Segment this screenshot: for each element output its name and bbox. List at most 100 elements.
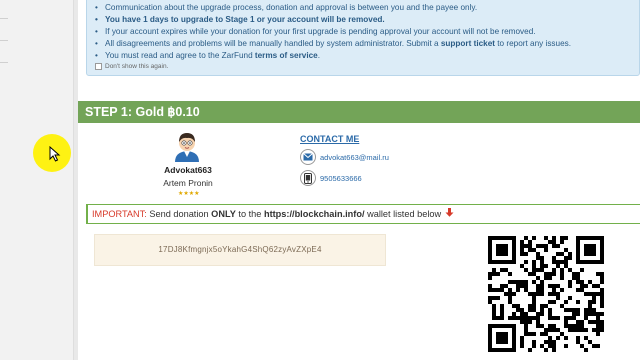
qr-module xyxy=(568,280,572,284)
qr-module xyxy=(552,292,556,296)
important-only: ONLY xyxy=(211,209,236,219)
qr-module xyxy=(572,312,576,316)
qr-module xyxy=(596,328,600,332)
notice-item: If your account expires while your donat… xyxy=(95,26,571,38)
qr-module xyxy=(596,316,600,320)
notice-item: You must read and agree to the ZarFund t… xyxy=(95,50,571,62)
qr-module xyxy=(548,284,552,288)
important-label: IMPORTANT: xyxy=(92,209,147,219)
qr-module xyxy=(548,324,552,328)
contact-me-link[interactable]: CONTACT ME xyxy=(300,134,359,144)
qr-module xyxy=(588,248,592,252)
qr-module xyxy=(496,316,500,320)
qr-module xyxy=(524,244,528,248)
qr-module xyxy=(588,252,592,256)
dont-show-checkbox[interactable] xyxy=(95,63,102,70)
qr-module xyxy=(560,260,564,264)
qr-module xyxy=(548,308,552,312)
qr-module xyxy=(516,304,520,308)
qr-module xyxy=(496,340,500,344)
qr-module xyxy=(600,300,604,304)
qr-module xyxy=(544,304,548,308)
qr-module xyxy=(584,336,588,340)
qr-module xyxy=(544,348,548,352)
dont-show-label: Don't show this again. xyxy=(105,63,169,70)
notice-list: Communication about the upgrade process,… xyxy=(95,2,571,62)
qr-module xyxy=(580,288,584,292)
qr-module xyxy=(560,276,564,280)
dont-show-again-option[interactable]: Don't show this again. xyxy=(95,63,168,70)
support-ticket-link[interactable]: support ticket xyxy=(441,39,495,48)
qr-module xyxy=(576,240,580,244)
qr-module xyxy=(596,312,600,316)
qr-module xyxy=(532,248,536,252)
qr-module xyxy=(552,300,556,304)
qr-module xyxy=(500,312,504,316)
qr-module xyxy=(512,252,516,256)
qr-module xyxy=(520,340,524,344)
contact-email[interactable]: advokat663@mail.ru xyxy=(320,153,389,162)
qr-module xyxy=(580,324,584,328)
qr-module xyxy=(552,340,556,344)
qr-module xyxy=(488,300,492,304)
qr-module xyxy=(540,280,544,284)
qr-module xyxy=(600,320,604,324)
qr-module xyxy=(576,276,580,280)
qr-module xyxy=(532,344,536,348)
qr-module xyxy=(528,320,532,324)
qr-module xyxy=(488,296,492,300)
qr-module xyxy=(600,240,604,244)
qr-module xyxy=(496,260,500,264)
qr-module xyxy=(564,336,568,340)
qr-module xyxy=(500,332,504,336)
qr-module xyxy=(564,308,568,312)
qr-module xyxy=(588,244,592,248)
qr-module xyxy=(488,240,492,244)
qr-module xyxy=(492,260,496,264)
qr-module xyxy=(548,312,552,316)
qr-module xyxy=(532,332,536,336)
qr-module xyxy=(576,288,580,292)
qr-module xyxy=(548,272,552,276)
qr-module xyxy=(556,316,560,320)
qr-module xyxy=(504,236,508,240)
qr-module xyxy=(548,328,552,332)
qr-module xyxy=(496,244,500,248)
qr-module xyxy=(516,316,520,320)
qr-module xyxy=(544,276,548,280)
qr-module xyxy=(524,328,528,332)
qr-module xyxy=(588,300,592,304)
qr-module xyxy=(540,288,544,292)
qr-module xyxy=(556,252,560,256)
important-notice: IMPORTANT: Send donation ONLY to the htt… xyxy=(86,204,640,224)
qr-module xyxy=(576,340,580,344)
qr-module xyxy=(564,264,568,268)
qr-module xyxy=(536,276,540,280)
qr-module xyxy=(588,304,592,308)
qr-module xyxy=(512,340,516,344)
qr-module xyxy=(592,312,596,316)
qr-module xyxy=(512,280,516,284)
payee-avatar xyxy=(172,130,202,163)
qr-module xyxy=(580,320,584,324)
wallet-address-box[interactable]: 17DJ8Kfmgnjx5oYkahG4ShQ62zyAvZXpE4 xyxy=(94,234,386,266)
qr-module xyxy=(600,328,604,332)
important-text: to the xyxy=(235,209,264,219)
terms-of-service-link[interactable]: terms of service xyxy=(255,51,318,60)
qr-module xyxy=(568,328,572,332)
qr-module xyxy=(588,320,592,324)
important-text: Send donation xyxy=(146,209,212,219)
qr-module xyxy=(528,292,532,296)
qr-module xyxy=(576,252,580,256)
payee-username: Advokat663 xyxy=(164,165,212,175)
qr-module xyxy=(512,312,516,316)
qr-module xyxy=(552,268,556,272)
qr-module xyxy=(552,324,556,328)
qr-module xyxy=(508,260,512,264)
qr-module xyxy=(584,312,588,316)
qr-module xyxy=(512,292,516,296)
qr-module xyxy=(496,296,500,300)
contact-email-row[interactable]: advokat663@mail.ru xyxy=(300,149,389,165)
qr-module xyxy=(520,284,524,288)
qr-module xyxy=(488,248,492,252)
